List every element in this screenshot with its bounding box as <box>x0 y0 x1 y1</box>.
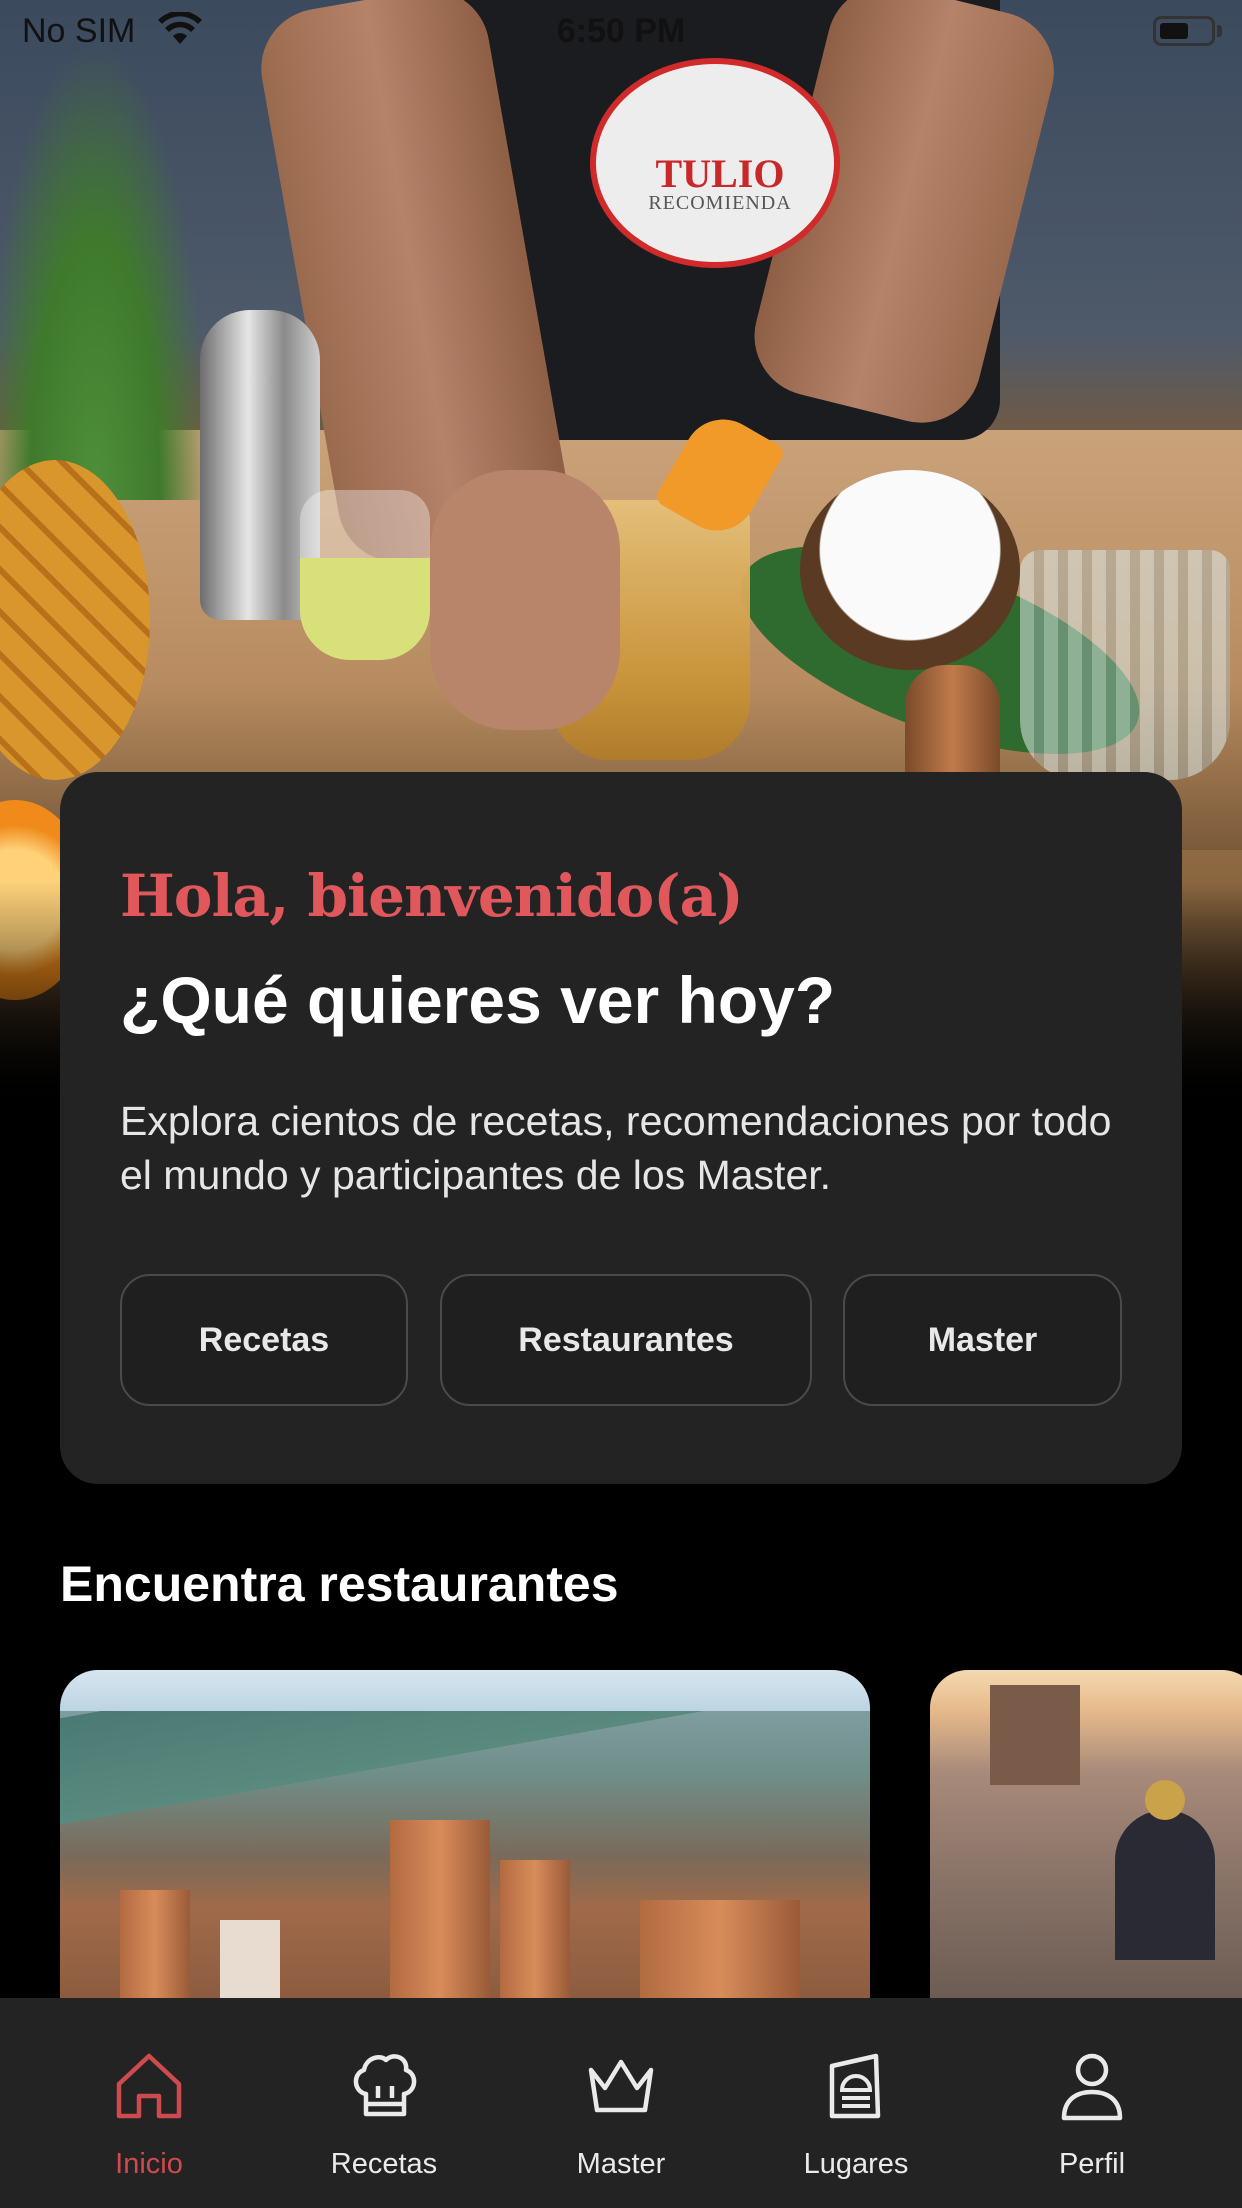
city-tower <box>990 1685 1080 1785</box>
hero-logo-text: TULIO <box>655 151 785 196</box>
city-building <box>120 1890 190 2010</box>
hero-jigger <box>905 665 1000 780</box>
master-button[interactable]: Master <box>843 1274 1122 1406</box>
home-icon <box>116 2053 182 2119</box>
city-building <box>390 1820 490 2010</box>
clock: 6:50 PM <box>556 12 686 50</box>
restaurants-button[interactable]: Restaurantes <box>440 1274 812 1406</box>
user-icon <box>1061 2053 1123 2121</box>
tab-label: Master <box>576 2148 666 2180</box>
tab-inicio[interactable]: Inicio <box>25 1998 273 2208</box>
tab-bar: Inicio Recetas Master Lugares Perfil <box>0 1998 1242 2208</box>
tab-lugares[interactable]: Lugares <box>732 1998 980 2208</box>
tab-label: Inicio <box>115 2148 183 2180</box>
restaurant-city-card[interactable] <box>930 1670 1242 2010</box>
battery-icon <box>1153 16 1215 46</box>
welcome-description: Explora cientos de recetas, recomendacio… <box>120 1098 1112 1198</box>
welcome-title: ¿Qué quieres ver hoy? <box>120 963 836 1037</box>
recipes-button[interactable]: Recetas <box>120 1274 408 1406</box>
tab-master[interactable]: Master <box>497 1998 745 2208</box>
battery-nub <box>1217 25 1222 37</box>
crown-icon <box>588 2059 654 2113</box>
welcome-card: Hola, bienvenido(a) ¿Qué quieres ver hoy… <box>60 772 1182 1484</box>
chef-hat-icon <box>353 2054 417 2117</box>
hero-logo-subtext: RECOMIENDA <box>648 192 792 214</box>
city-building <box>220 1920 280 2010</box>
tab-perfil[interactable]: Perfil <box>968 1998 1216 2208</box>
status-bar: No SIM 6:50 PM <box>0 0 1242 60</box>
hero-hand <box>430 470 620 730</box>
hero-pineapple-leaves <box>0 40 210 500</box>
tab-label: Recetas <box>330 2148 438 2180</box>
city-dome <box>1115 1810 1215 1960</box>
tab-label: Perfil <box>1058 2148 1126 2180</box>
hero-coconut <box>800 470 1020 670</box>
hero-jug <box>300 490 430 660</box>
menu-book-icon <box>829 2053 881 2119</box>
city-building <box>500 1860 570 2010</box>
tab-recetas[interactable]: Recetas <box>260 1998 508 2208</box>
restaurant-city-card[interactable] <box>60 1670 870 2010</box>
tab-label: Lugares <box>803 2148 909 2180</box>
greeting-text: Hola, bienvenido(a) <box>120 862 744 930</box>
section-title-restaurants: Encuentra restaurantes <box>60 1556 619 1612</box>
city-dome-statue <box>1145 1780 1185 1820</box>
hero-glass-2 <box>1020 550 1230 780</box>
city-building <box>640 1900 800 2010</box>
